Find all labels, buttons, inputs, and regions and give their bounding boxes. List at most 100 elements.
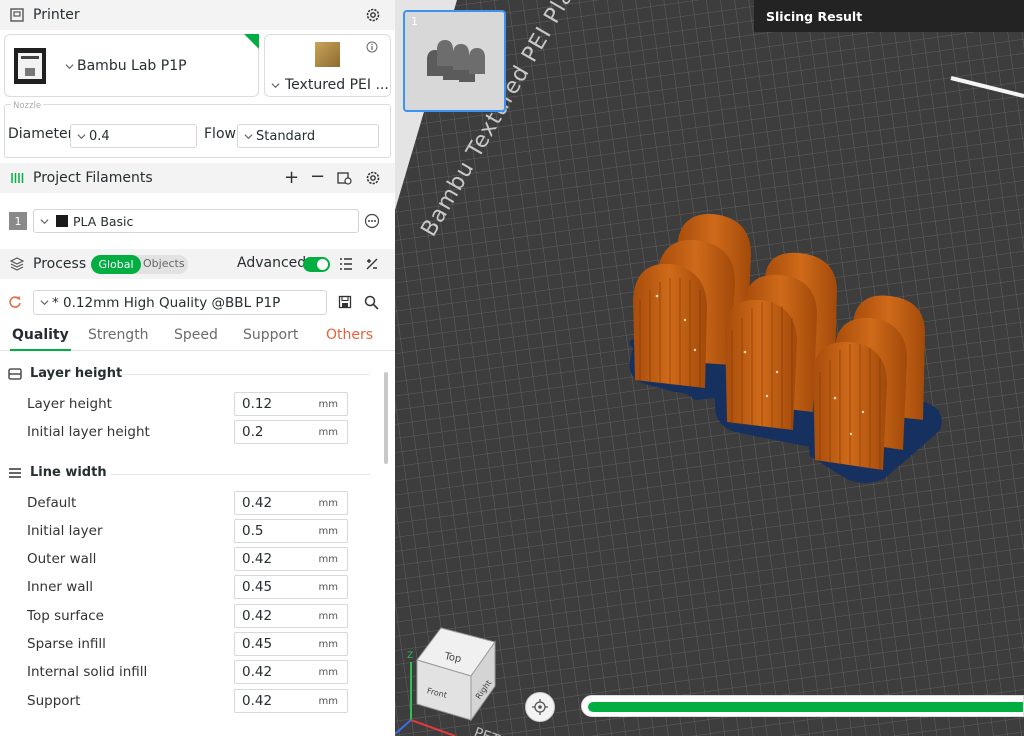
setting-label: Sparse infill	[27, 636, 106, 652]
settings-panel: Printer Bambu Lab P1P Textured PEI ... N…	[0, 0, 395, 736]
save-icon[interactable]	[338, 295, 352, 309]
nozzle-legend: Nozzle	[11, 101, 44, 111]
group-divider	[122, 374, 370, 375]
3d-viewport[interactable]: Bambu Textured PEI Plate PET	[395, 0, 1024, 736]
filament-name: PLA Basic	[73, 213, 134, 229]
setting-unit: mm	[318, 582, 338, 593]
line-width-default-input[interactable]: 0.42 mm	[234, 491, 348, 515]
layer-height-input[interactable]: 0.12 mm	[234, 392, 348, 416]
group-layer-height: Layer height	[8, 366, 122, 381]
setting-value: 0.42	[242, 693, 273, 709]
line-width-top-surface-input[interactable]: 0.42 mm	[234, 604, 348, 628]
compare-icon[interactable]	[365, 257, 379, 271]
plate-thumbnail-icon	[315, 42, 340, 67]
progress-fill	[588, 702, 1023, 712]
chevron-down-icon	[40, 300, 49, 306]
setting-label: Outer wall	[27, 551, 97, 567]
plate-thumbnail[interactable]: 1	[403, 10, 506, 112]
search-icon[interactable]	[364, 295, 379, 310]
setting-value: 0.42	[242, 664, 273, 680]
process-title: Process	[33, 256, 87, 272]
layers-icon	[9, 257, 25, 271]
plate-number: 1	[411, 15, 418, 28]
plate-name: Textured PEI ...	[285, 77, 389, 93]
sync-filament-icon[interactable]	[336, 170, 352, 186]
printer-selector[interactable]: Bambu Lab P1P	[4, 34, 259, 97]
setting-value: 0.5	[242, 523, 264, 539]
line-width-icon	[9, 467, 21, 478]
plate-selector[interactable]: Textured PEI ...	[264, 34, 391, 97]
group-title: Line width	[30, 465, 107, 480]
chevron-down-icon	[244, 133, 253, 139]
gear-icon[interactable]	[365, 7, 381, 23]
diameter-label: Diameter	[8, 126, 74, 142]
chevron-down-icon	[77, 133, 86, 139]
line-width-initial-layer-input[interactable]: 0.5 mm	[234, 519, 348, 543]
flow-value: Standard	[256, 128, 316, 144]
slicing-progress-bar	[581, 695, 1024, 717]
remove-filament-button[interactable]: −	[310, 166, 325, 187]
selected-corner-marker	[244, 34, 259, 49]
refresh-icon[interactable]	[8, 295, 22, 309]
printer-title: Printer	[33, 7, 80, 23]
chevron-down-icon	[40, 218, 49, 224]
group-title: Layer height	[30, 366, 123, 381]
target-icon	[532, 699, 548, 715]
line-width-internal-solid-infill-input[interactable]: 0.42 mm	[234, 660, 348, 684]
tab-support[interactable]: Support	[243, 327, 298, 343]
recenter-button[interactable]	[525, 692, 555, 722]
setting-value: 0.42	[242, 608, 273, 624]
slicing-result-banner[interactable]: Slicing Result	[754, 0, 1024, 32]
info-icon[interactable]	[366, 41, 378, 53]
setting-unit: mm	[318, 696, 338, 707]
setting-value: 0.42	[242, 495, 273, 511]
setting-unit: mm	[318, 611, 338, 622]
filaments-section-header: Project Filaments + −	[0, 163, 395, 193]
initial-layer-height-input[interactable]: 0.2 mm	[234, 420, 348, 444]
tab-others[interactable]: Others	[326, 327, 373, 343]
line-width-support-input[interactable]: 0.42 mm	[234, 689, 348, 713]
process-section-header: Process Global Objects Advanced	[0, 249, 395, 279]
add-filament-button[interactable]: +	[284, 167, 299, 188]
switch-knob	[317, 259, 328, 270]
setting-value: 0.42	[242, 551, 273, 567]
process-preset-select[interactable]: * 0.12mm High Quality @BBL P1P	[33, 290, 327, 315]
axis-z-label: Z	[407, 651, 413, 661]
filament-select[interactable]: PLA Basic	[33, 209, 359, 233]
printer-section-header: Printer	[0, 0, 395, 30]
advanced-switch[interactable]	[303, 257, 330, 272]
flow-label: Flow	[204, 126, 236, 142]
diameter-select[interactable]: 0.4	[70, 124, 197, 148]
toggle-global[interactable]: Global	[91, 255, 141, 274]
more-options-icon[interactable]	[364, 213, 380, 229]
setting-label: Inner wall	[27, 579, 94, 595]
flow-select[interactable]: Standard	[237, 124, 379, 148]
setting-label: Support	[27, 693, 81, 709]
list-icon[interactable]	[339, 257, 353, 271]
setting-label: Layer height	[27, 396, 112, 412]
printer-icon	[10, 8, 24, 22]
setting-unit: mm	[318, 526, 338, 537]
filament-color-swatch	[56, 215, 68, 227]
tab-strength[interactable]: Strength	[88, 327, 149, 343]
filament-icon	[11, 173, 24, 183]
plate-preview-icon	[427, 40, 485, 82]
diameter-value: 0.4	[89, 128, 110, 144]
tab-quality[interactable]: Quality	[10, 327, 71, 351]
setting-value: 0.12	[242, 396, 273, 412]
group-divider	[110, 474, 370, 475]
line-width-outer-wall-input[interactable]: 0.42 mm	[234, 547, 348, 571]
setting-label: Initial layer height	[27, 424, 150, 440]
line-width-inner-wall-input[interactable]: 0.45 mm	[234, 575, 348, 599]
tab-speed[interactable]: Speed	[174, 327, 218, 343]
process-preset-name: * 0.12mm High Quality @BBL P1P	[52, 294, 281, 311]
setting-unit: mm	[318, 498, 338, 509]
setting-value: 0.45	[242, 636, 273, 652]
setting-value: 0.45	[242, 579, 273, 595]
gear-icon[interactable]	[365, 170, 381, 186]
global-objects-toggle[interactable]: Global Objects	[91, 255, 188, 274]
setting-unit: mm	[318, 554, 338, 565]
toggle-objects[interactable]: Objects	[143, 257, 185, 270]
settings-scrollbar[interactable]	[384, 372, 388, 464]
line-width-sparse-infill-input[interactable]: 0.45 mm	[234, 632, 348, 656]
